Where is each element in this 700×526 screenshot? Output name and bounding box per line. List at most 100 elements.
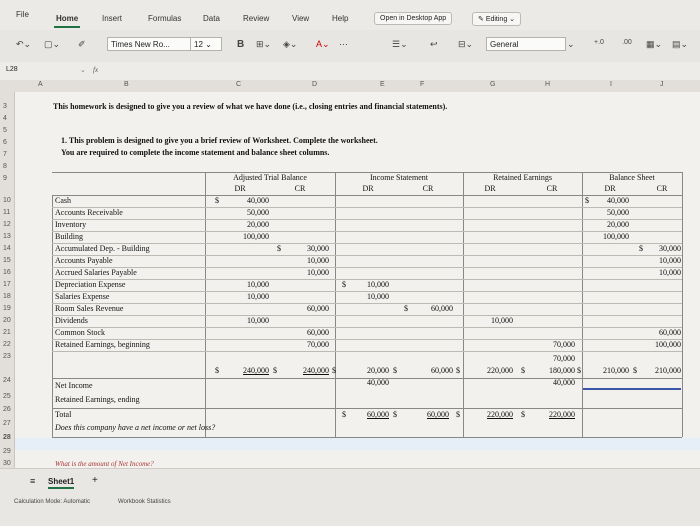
font-name-select[interactable]: Times New Ro... (107, 37, 193, 51)
format-painter-icon[interactable]: ✐ (78, 39, 86, 50)
cell-bs-cr: 10,000 (659, 256, 681, 265)
account-name: Accounts Receivable (55, 208, 123, 217)
column-header[interactable]: D (312, 81, 317, 88)
more-icon[interactable]: ⋯ (339, 39, 348, 50)
row-header[interactable]: 12 (3, 221, 11, 228)
decrease-decimal-icon[interactable]: .00 (622, 39, 632, 46)
calculation-mode[interactable]: Calculation Mode: Automatic (14, 499, 90, 505)
row-header[interactable]: 30 (3, 460, 11, 467)
workbook-statistics[interactable]: Workbook Statistics (118, 499, 171, 505)
table-border (205, 172, 206, 437)
formula-input[interactable] (110, 65, 695, 77)
tab-file[interactable]: File (16, 10, 29, 19)
tab-view[interactable]: View (292, 14, 309, 23)
column-header[interactable]: E (380, 81, 385, 88)
column-header[interactable]: H (545, 81, 550, 88)
borders-icon[interactable]: ⊞⌄ (256, 39, 271, 50)
cell-is-dr: 10,000 (367, 280, 389, 289)
open-desktop-button[interactable]: Open in Desktop App (374, 12, 453, 25)
merge-icon[interactable]: ⊟⌄ (458, 39, 473, 50)
account-name: Retained Earnings, beginning (55, 340, 150, 349)
dollar-sign: $ (215, 196, 219, 205)
row-header[interactable]: 8 (3, 163, 7, 170)
row-header[interactable]: 24 (3, 377, 11, 384)
chevron-down-icon[interactable]: ⌄ (567, 39, 575, 50)
row-header[interactable]: 17 (3, 281, 11, 288)
cell-bs-dr: 50,000 (607, 208, 629, 217)
row-header[interactable]: 22 (3, 341, 11, 348)
name-box[interactable]: L28 (6, 66, 18, 73)
row-header[interactable]: 3 (3, 103, 7, 110)
row-header[interactable]: 25 (3, 393, 11, 400)
cell-atb-cr: 60,000 (307, 328, 329, 337)
clipboard-icon[interactable]: ▢⌄ (44, 39, 60, 50)
tab-home[interactable]: Home (53, 14, 81, 28)
chevron-down-icon[interactable]: ⌄ (80, 66, 86, 74)
re-cr-retained-beginning: 70,000 (553, 354, 575, 363)
row-header[interactable]: 15 (3, 257, 11, 264)
header-retained-earnings: Retained Earnings (493, 173, 552, 182)
row-header[interactable]: 14 (3, 245, 11, 252)
number-format-select[interactable]: General (486, 37, 566, 51)
cell-atb-dr: 20,000 (247, 220, 269, 229)
question-net-income-amount: What is the amount of Net Income? (55, 460, 154, 468)
sheet-list-icon[interactable]: ≡ (30, 476, 35, 486)
sheet-tab[interactable]: Sheet1 (48, 477, 75, 489)
column-header[interactable]: B (124, 81, 129, 88)
column-header[interactable]: I (610, 81, 612, 88)
table-border (682, 172, 683, 437)
row-header[interactable]: 21 (3, 329, 11, 336)
row-header[interactable]: 4 (3, 115, 7, 122)
fill-color-icon[interactable]: ◈⌄ (283, 39, 297, 50)
dollar-sign: $ (521, 366, 525, 375)
tab-data[interactable]: Data (203, 14, 220, 23)
row-header[interactable]: 13 (3, 233, 11, 240)
row-header[interactable]: 10 (3, 197, 11, 204)
row-header[interactable]: 23 (3, 353, 11, 360)
row-header[interactable]: 20 (3, 317, 11, 324)
tab-review[interactable]: Review (243, 14, 269, 23)
total-is-dr: 20,000 (367, 366, 389, 375)
row-header[interactable]: 9 (3, 175, 7, 182)
undo-icon[interactable]: ↶⌄ (16, 39, 31, 50)
final-re-dr: 220,000 (487, 410, 513, 419)
column-header[interactable]: C (236, 81, 241, 88)
column-header[interactable]: J (660, 81, 664, 88)
wrap-text-icon[interactable]: ↩ (430, 39, 438, 50)
column-header[interactable]: G (490, 81, 495, 88)
total-label: Total (55, 410, 72, 419)
row-header[interactable]: 5 (3, 127, 7, 134)
row-header[interactable]: 11 (3, 209, 10, 216)
worksheet-grid[interactable]: This homework is designed to give you a … (15, 92, 700, 468)
dollar-sign: $ (456, 410, 460, 419)
row-header[interactable]: 26 (3, 406, 11, 413)
tab-help[interactable]: Help (332, 14, 348, 23)
header-adjusted-trial-balance: Adjusted Trial Balance (233, 173, 307, 182)
row-header[interactable]: 27 (3, 420, 11, 427)
row-gridline (52, 351, 682, 352)
column-header[interactable]: F (420, 81, 424, 88)
row-header[interactable]: 28 (3, 434, 11, 441)
row-header[interactable]: 19 (3, 305, 11, 312)
table-border (335, 172, 336, 437)
format-table-icon[interactable]: ▤⌄ (672, 39, 688, 50)
tab-insert[interactable]: Insert (102, 14, 122, 23)
tab-formulas[interactable]: Formulas (148, 14, 181, 23)
conditional-format-icon[interactable]: ▦⌄ (646, 39, 662, 50)
row-header[interactable]: 6 (3, 139, 7, 146)
header-cr: CR (422, 184, 434, 193)
row-header[interactable]: 29 (3, 448, 11, 455)
row-header[interactable]: 16 (3, 269, 11, 276)
font-size-select[interactable]: 12 ⌄ (190, 37, 222, 51)
increase-decimal-icon[interactable]: +.0 (594, 39, 604, 46)
cell-atb-dr: 100,000 (243, 232, 269, 241)
bold-button[interactable]: B (237, 39, 244, 50)
add-sheet-icon[interactable]: + (92, 475, 98, 486)
dollar-sign: $ (404, 304, 408, 313)
column-header[interactable]: A (38, 81, 43, 88)
font-color-icon[interactable]: A⌄ (316, 39, 330, 50)
row-header[interactable]: 18 (3, 293, 11, 300)
editing-mode-button[interactable]: ✎ Editing ⌄ (472, 12, 522, 26)
row-header[interactable]: 7 (3, 151, 7, 158)
align-icon[interactable]: ☰⌄ (392, 39, 408, 50)
